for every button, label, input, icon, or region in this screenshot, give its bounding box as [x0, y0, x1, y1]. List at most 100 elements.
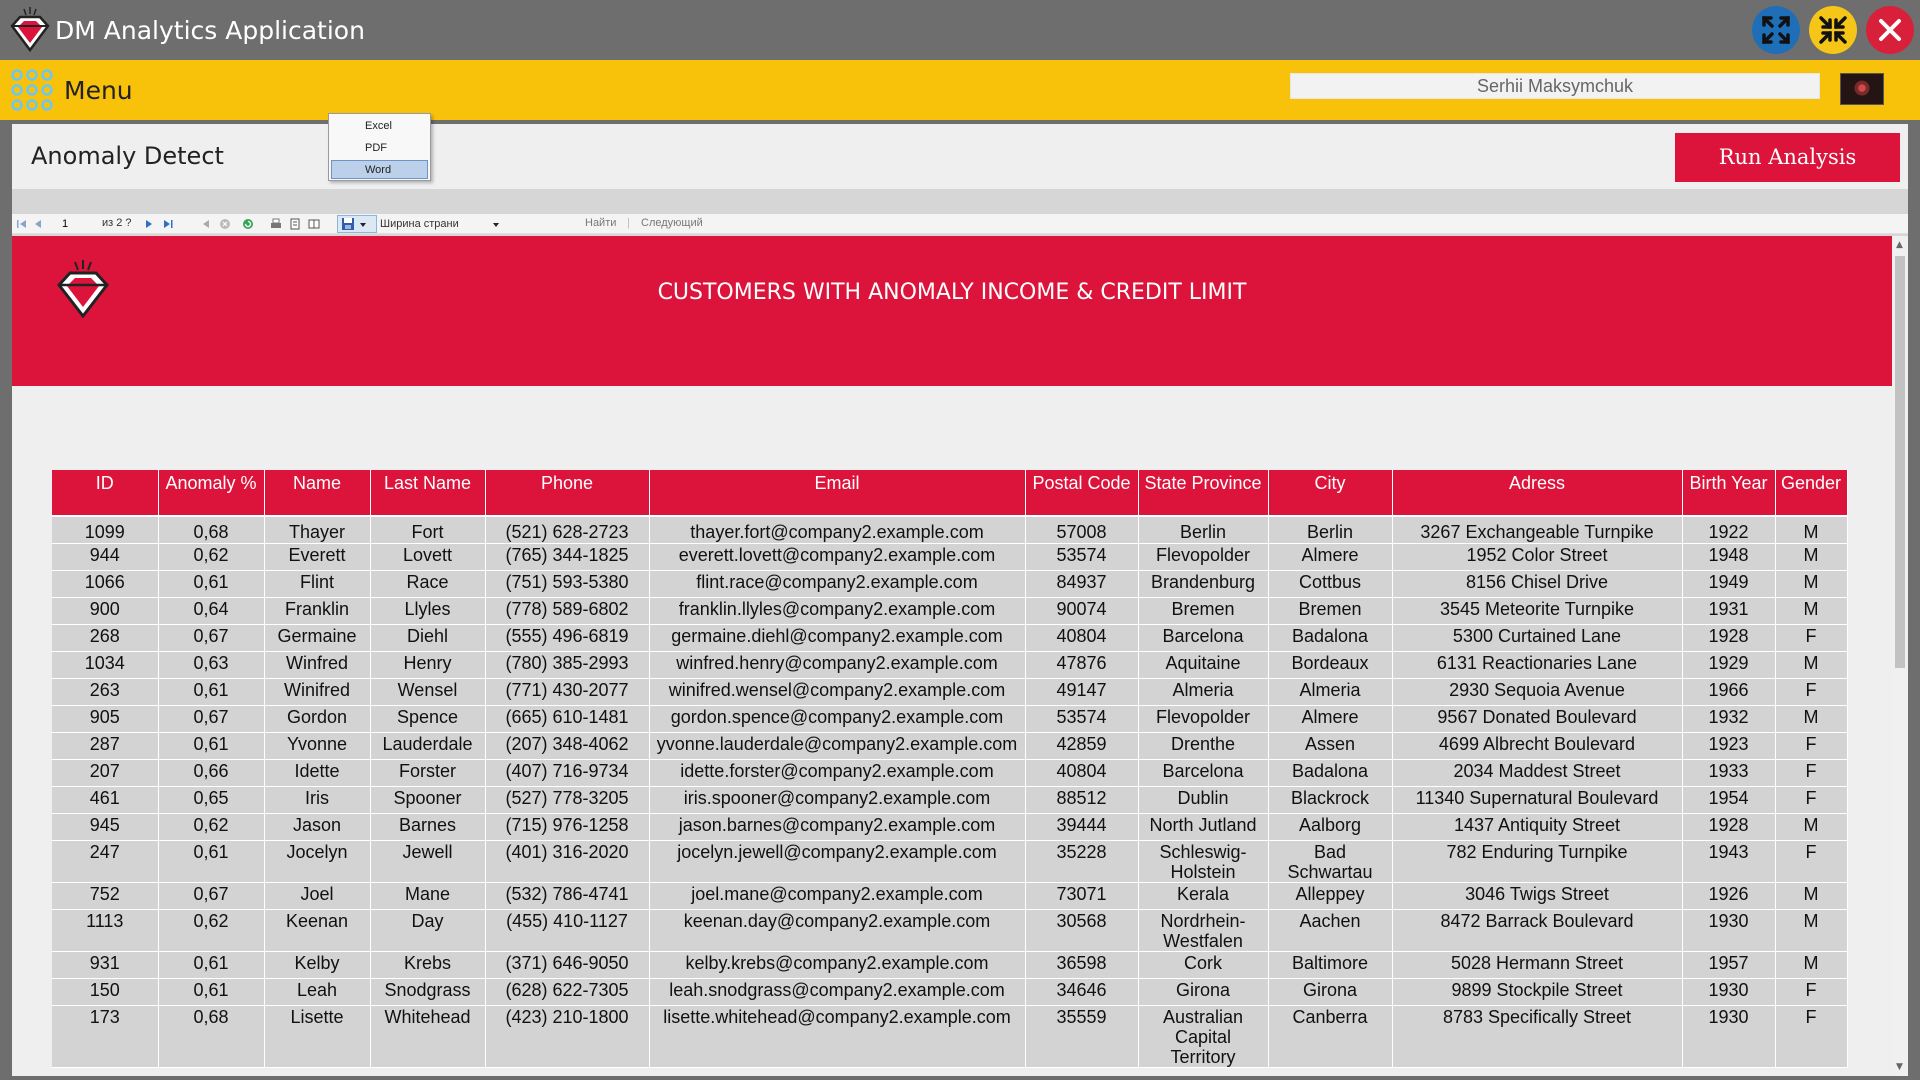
- table-row[interactable]: 1099 0,68 Thayer Fort (521) 628-2723 thayer.f…: [52, 516, 1848, 544]
- column-header[interactable]: Phone: [485, 470, 650, 517]
- table-cell: 0,62: [158, 813, 265, 841]
- export-button[interactable]: [337, 215, 377, 233]
- scroll-down-icon[interactable]: ▼: [1896, 1062, 1903, 1072]
- find-link[interactable]: Найти: [585, 217, 616, 231]
- table-row[interactable]: 207 0,66 Idette Forster (407) 716-9734 idette…: [52, 759, 1848, 787]
- column-header[interactable]: Postal Code: [1025, 470, 1139, 517]
- column-header[interactable]: Anomaly %: [158, 470, 265, 517]
- export-word-item[interactable]: Word: [331, 160, 428, 179]
- table-cell: Badalona: [1268, 759, 1393, 787]
- table-cell: Everett: [264, 543, 371, 571]
- table-cell: 8156 Chisel Drive: [1392, 570, 1683, 598]
- table-cell: (555) 496-6819: [485, 624, 650, 652]
- table-row[interactable]: 944 0,62 Everett Lovett (765) 344-1825 everet…: [52, 543, 1848, 571]
- export-pdf-item[interactable]: PDF: [331, 139, 428, 158]
- table-cell: Idette: [264, 759, 371, 787]
- table-cell: Barnes: [370, 813, 486, 841]
- table-cell: Assen: [1268, 732, 1393, 760]
- table-cell: germaine.diehl@company2.example.com: [649, 624, 1026, 652]
- run-analysis-button[interactable]: Run Analysis: [1675, 133, 1900, 182]
- table-body: 1099 0,68 Thayer Fort (521) 628-2723 thayer.f…: [52, 516, 1848, 1068]
- table-cell: Thayer: [264, 516, 371, 544]
- table-cell: 1931: [1682, 597, 1776, 625]
- table-cell: keenan.day@company2.example.com: [649, 909, 1026, 952]
- column-header[interactable]: City: [1268, 470, 1393, 517]
- zoom-select[interactable]: Ширина страни: [380, 218, 499, 232]
- user-avatar[interactable]: [1840, 73, 1884, 105]
- first-page-icon[interactable]: [16, 218, 28, 230]
- table-cell: 1932: [1682, 705, 1776, 733]
- table-row[interactable]: 752 0,67 Joel Mane (532) 786-4741 joel.mane@c…: [52, 882, 1848, 910]
- table-row[interactable]: 173 0,68 Lisette Whitehead (423) 210-1800 lis…: [52, 1005, 1848, 1068]
- last-page-icon[interactable]: [162, 218, 174, 230]
- table-row[interactable]: 900 0,64 Franklin Llyles (778) 589-6802 frank…: [52, 597, 1848, 625]
- table-cell: M: [1775, 516, 1848, 544]
- table-cell: Brandenburg: [1138, 570, 1269, 598]
- column-header[interactable]: Adress: [1392, 470, 1683, 517]
- vertical-scrollbar[interactable]: ▲ ▼: [1892, 236, 1908, 1076]
- chevron-down-icon: [360, 223, 366, 227]
- column-header[interactable]: Birth Year: [1682, 470, 1776, 517]
- table-cell: 36598: [1025, 951, 1139, 979]
- table-cell: 263: [52, 678, 159, 706]
- table-cell: jocelyn.jewell@company2.example.com: [649, 840, 1026, 883]
- table-row[interactable]: 268 0,67 Germaine Diehl (555) 496-6819 germai…: [52, 624, 1848, 652]
- table-cell: 30568: [1025, 909, 1139, 952]
- column-header[interactable]: Gender: [1775, 470, 1848, 517]
- table-cell: Kerala: [1138, 882, 1269, 910]
- table-cell: (765) 344-1825: [485, 543, 650, 571]
- table-cell: F: [1775, 840, 1848, 883]
- next-page-icon[interactable]: [143, 218, 155, 230]
- table-cell: 84937: [1025, 570, 1139, 598]
- table-cell: Flint: [264, 570, 371, 598]
- column-header[interactable]: ID: [52, 470, 159, 517]
- find-next-link[interactable]: Следующий: [641, 217, 703, 231]
- export-excel-item[interactable]: Excel: [331, 117, 428, 136]
- table-cell: 53574: [1025, 705, 1139, 733]
- table-row[interactable]: 1066 0,61 Flint Race (751) 593-5380 flint.rac…: [52, 570, 1848, 598]
- table-cell: Girona: [1138, 978, 1269, 1006]
- grid-menu-icon[interactable]: [10, 68, 54, 112]
- refresh-icon[interactable]: [242, 218, 254, 230]
- table-cell: joel.mane@company2.example.com: [649, 882, 1026, 910]
- table-cell: 173: [52, 1005, 159, 1068]
- restore-window-button[interactable]: [1752, 6, 1800, 54]
- table-cell: Krebs: [370, 951, 486, 979]
- table-header-row: ID Anomaly % Name Last Name Phone Email …: [52, 470, 1848, 517]
- scrollbar-thumb[interactable]: [1895, 256, 1905, 668]
- page-layout-icon[interactable]: [289, 218, 301, 230]
- scroll-up-icon[interactable]: ▲: [1896, 240, 1903, 250]
- minimize-window-button[interactable]: [1809, 6, 1857, 54]
- table-cell: 1954: [1682, 786, 1776, 814]
- column-header[interactable]: Last Name: [370, 470, 486, 517]
- table-row[interactable]: 931 0,61 Kelby Krebs (371) 646-9050 kelby.kre…: [52, 951, 1848, 979]
- table-row[interactable]: 150 0,61 Leah Snodgrass (628) 622-7305 leah.s…: [52, 978, 1848, 1006]
- table-cell: 1926: [1682, 882, 1776, 910]
- table-row[interactable]: 247 0,61 Jocelyn Jewell (401) 316-2020 jocely…: [52, 840, 1848, 883]
- stop-icon[interactable]: [219, 218, 231, 230]
- column-header[interactable]: Email: [649, 470, 1026, 517]
- column-header[interactable]: State Province: [1138, 470, 1269, 517]
- diamond-logo-icon: [10, 7, 50, 53]
- print-icon[interactable]: [270, 218, 282, 230]
- back-icon[interactable]: [200, 218, 212, 230]
- table-cell: Yvonne: [264, 732, 371, 760]
- table-row[interactable]: 287 0,61 Yvonne Lauderdale (207) 348-4062 yvo…: [52, 732, 1848, 760]
- close-window-button[interactable]: [1866, 6, 1914, 54]
- table-cell: Drenthe: [1138, 732, 1269, 760]
- table-cell: Kelby: [264, 951, 371, 979]
- menu-label[interactable]: Menu: [64, 76, 133, 105]
- page-setup-icon[interactable]: [308, 218, 320, 230]
- page-number-input[interactable]: [62, 216, 86, 231]
- table-cell: Lauderdale: [370, 732, 486, 760]
- column-header[interactable]: Name: [264, 470, 371, 517]
- table-row[interactable]: 945 0,62 Jason Barnes (715) 976-1258 jason.ba…: [52, 813, 1848, 841]
- table-row[interactable]: 263 0,61 Winifred Wensel (771) 430-2077 winif…: [52, 678, 1848, 706]
- previous-page-icon[interactable]: [32, 218, 44, 230]
- table-cell: 0,67: [158, 624, 265, 652]
- table-cell: (521) 628-2723: [485, 516, 650, 544]
- table-row[interactable]: 461 0,65 Iris Spooner (527) 778-3205 iris.spo…: [52, 786, 1848, 814]
- table-row[interactable]: 1034 0,63 Winfred Henry (780) 385-2993 winfre…: [52, 651, 1848, 679]
- table-row[interactable]: 905 0,67 Gordon Spence (665) 610-1481 gordon.…: [52, 705, 1848, 733]
- table-row[interactable]: 1113 0,62 Keenan Day (455) 410-1127 keenan.da…: [52, 909, 1848, 952]
